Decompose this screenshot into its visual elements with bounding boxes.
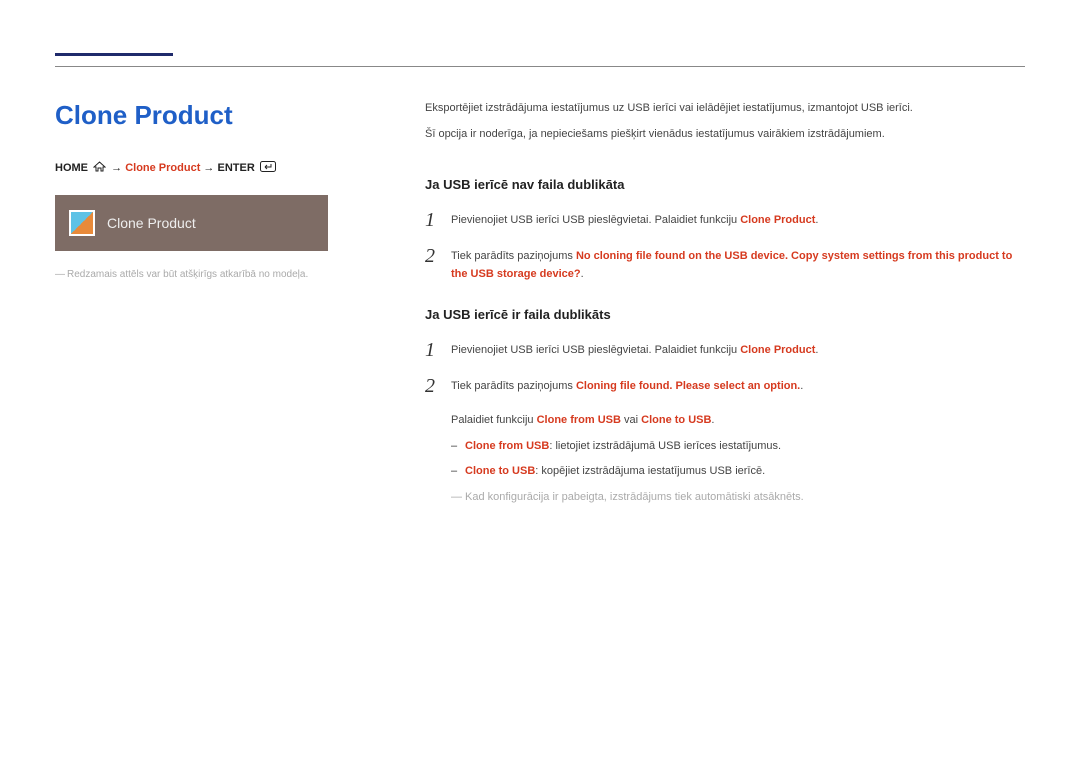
text: : lietojiet izstrādājumā USB ierīces ies… xyxy=(549,440,781,452)
intro-line-1: Eksportējiet izstrādājuma iestatījumus u… xyxy=(425,100,1025,118)
section-2-heading: Ja USB ierīcē ir faila dublikāts xyxy=(425,305,1025,326)
text: . xyxy=(581,268,584,280)
sec2-step-1: 1 Pievienojiet USB ierīci USB pieslēgvie… xyxy=(425,340,1025,360)
step-body: Tiek parādīts paziņojums No cloning file… xyxy=(451,246,1025,283)
step-number: 2 xyxy=(425,376,451,396)
text: Palaidiet funkciju xyxy=(451,414,537,426)
breadcrumb-arrow-2: → xyxy=(203,162,214,174)
clone-product-icon xyxy=(69,210,95,236)
text: . xyxy=(815,214,818,226)
menu-card-label: Clone Product xyxy=(107,215,196,231)
page-title: Clone Product xyxy=(55,100,395,131)
text: . xyxy=(815,344,818,356)
step-number: 1 xyxy=(425,340,451,360)
run-instruction: Palaidiet funkciju Clone from USB vai Cl… xyxy=(425,412,1025,430)
step-number: 1 xyxy=(425,210,451,230)
highlight: Cloning file found. Please select an opt… xyxy=(576,380,800,392)
step-body: Pievienojiet USB ierīci USB pieslēgvieta… xyxy=(451,340,1025,360)
text: Tiek parādīts paziņojums xyxy=(451,250,576,262)
highlight: Clone to USB xyxy=(641,414,711,426)
dash-item-2: Clone to USB: kopējiet izstrādājuma iest… xyxy=(425,463,1025,481)
highlight: Clone to USB xyxy=(465,465,535,477)
text: Pievienojiet USB ierīci USB pieslēgvieta… xyxy=(451,344,740,356)
left-column: Clone Product HOME → Clone Product → ENT… xyxy=(55,100,425,514)
highlight: Clone Product xyxy=(740,214,815,226)
section-1-heading: Ja USB ierīcē nav faila dublikāta xyxy=(425,175,1025,196)
breadcrumb-current: Clone Product xyxy=(125,162,200,174)
page-body: Clone Product HOME → Clone Product → ENT… xyxy=(0,0,1080,514)
sec1-step-1: 1 Pievienojiet USB ierīci USB pieslēgvie… xyxy=(425,210,1025,230)
sec2-step-2: 2 Tiek parādīts paziņojums Cloning file … xyxy=(425,376,1025,396)
breadcrumb-enter: ENTER xyxy=(217,162,254,174)
intro-line-2: Šī opcija ir noderīga, ja nepieciešams p… xyxy=(425,126,1025,144)
text: . xyxy=(800,380,803,392)
breadcrumb-arrow-1: → xyxy=(111,162,122,174)
breadcrumb: HOME → Clone Product → ENTER xyxy=(55,161,395,175)
final-note: Kad konfigurācija ir pabeigta, izstrādāj… xyxy=(425,489,1025,507)
model-note: Redzamais attēls var būt atšķirīgs atkar… xyxy=(55,269,395,280)
text: vai xyxy=(621,414,641,426)
dash-item-1: Clone from USB: lietojiet izstrādājumā U… xyxy=(425,438,1025,456)
highlight: Clone from USB xyxy=(465,440,549,452)
menu-preview-card: Clone Product xyxy=(55,195,328,251)
header-rule xyxy=(55,66,1025,67)
text: Pievienojiet USB ierīci USB pieslēgvieta… xyxy=(451,214,740,226)
highlight: Clone from USB xyxy=(537,414,621,426)
step-number: 2 xyxy=(425,246,451,266)
right-column: Eksportējiet izstrādājuma iestatījumus u… xyxy=(425,100,1025,514)
home-icon xyxy=(93,161,106,175)
text: . xyxy=(711,414,714,426)
step-body: Tiek parādīts paziņojums Cloning file fo… xyxy=(451,376,1025,396)
sec1-step-2: 2 Tiek parādīts paziņojums No cloning fi… xyxy=(425,246,1025,283)
breadcrumb-home: HOME xyxy=(55,162,88,174)
header-accent-bar xyxy=(55,53,173,56)
step-body: Pievienojiet USB ierīci USB pieslēgvieta… xyxy=(451,210,1025,230)
text: : kopējiet izstrādājuma iestatījumus USB… xyxy=(535,465,765,477)
enter-icon xyxy=(260,161,276,175)
text: Tiek parādīts paziņojums xyxy=(451,380,576,392)
highlight: Clone Product xyxy=(740,344,815,356)
